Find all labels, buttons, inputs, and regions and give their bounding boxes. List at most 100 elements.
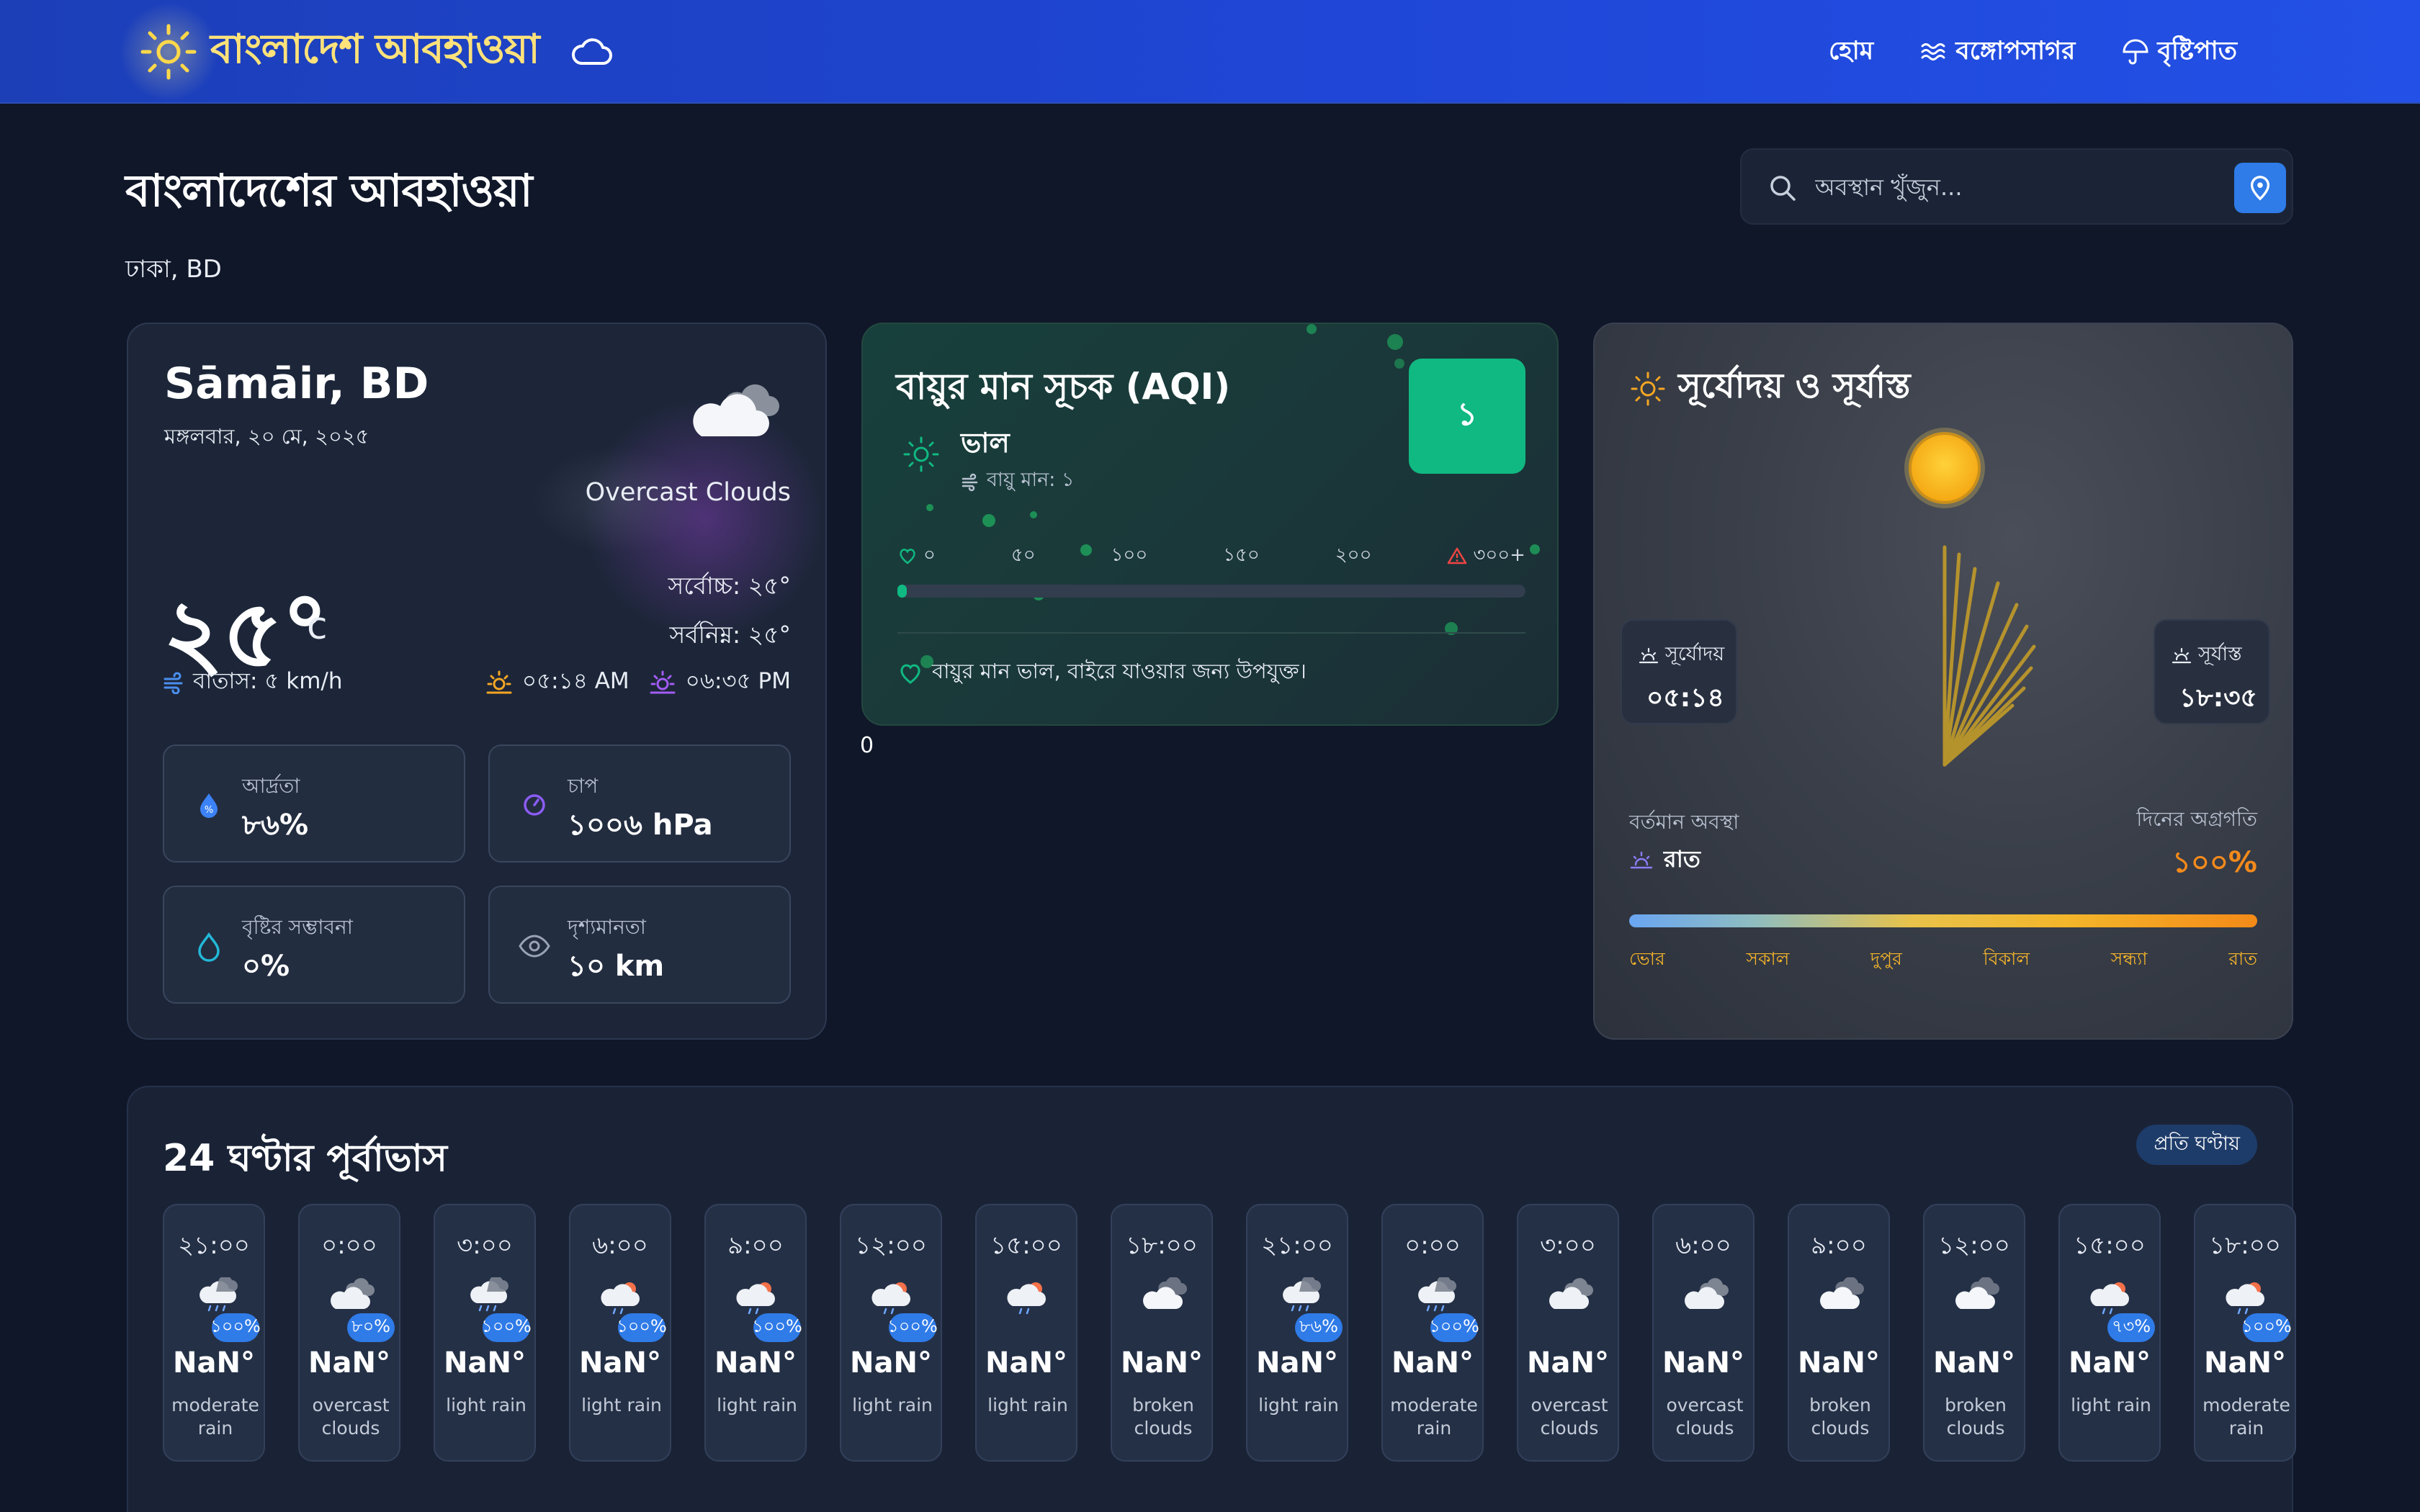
nav-bay-link[interactable]: বঙ্গোপসাগর (1919, 31, 2075, 73)
forecast-time: ৬:০০ (1675, 1231, 1731, 1260)
umbrella-icon (2123, 39, 2148, 65)
sunrise-label: সূর্যোদয় (1665, 643, 1725, 665)
day-phase-labels: ভোর সকাল দুপুর বিকাল সন্ধ্যা রাত (1629, 945, 2257, 976)
forecast-time: ২১:০০ (1261, 1231, 1333, 1260)
sunset-icon (2172, 647, 2192, 663)
hourly-forecast-item[interactable]: ২১:০০ ৮৬% NaN° light rain (1246, 1204, 1348, 1462)
hourly-forecast-card: 24 ঘণ্টার পূর্বাভাস প্রতি ঘণ্টায় ২১:০০ ১… (127, 1086, 2296, 1512)
forecast-description: overcast clouds (1666, 1395, 1744, 1439)
raindrop-icon (198, 932, 220, 962)
forecast-temperature: NaN° (985, 1346, 1067, 1380)
forecast-temperature: NaN° (1933, 1346, 2015, 1380)
forecast-temperature: NaN° (308, 1346, 390, 1380)
current-state: রাত (1629, 841, 1700, 880)
forecast-description: light rain (852, 1395, 933, 1416)
forecast-description: light rain (1258, 1395, 1339, 1416)
forecast-description: overcast clouds (1531, 1395, 1608, 1439)
rain-cloud-icon (1418, 1277, 1456, 1312)
hourly-forecast-item[interactable]: ৩:০০ NaN° overcast clouds (1517, 1204, 1619, 1462)
weather-condition: Overcast Clouds (585, 478, 791, 507)
forecast-temperature: NaN° (1798, 1346, 1880, 1380)
pressure-label: চাপ (568, 774, 599, 798)
hourly-forecast-item[interactable]: ৯:০০ NaN° broken clouds (1788, 1204, 1890, 1462)
hourly-forecast-item[interactable]: ০:০০ ৮০% NaN° overcast clouds (298, 1204, 400, 1462)
forecast-time: ৬:০০ (592, 1231, 648, 1260)
hourly-forecast-item[interactable]: ১৫:০০ ৭৩% NaN° light rain (2058, 1204, 2161, 1462)
sunrise-box: সূর্যোদয় ০৫:১৪ (1621, 619, 1737, 724)
forecast-temperature: NaN° (714, 1346, 797, 1380)
precipitation-badge: ৮০% (347, 1313, 395, 1342)
hourly-forecast-item[interactable]: ০:০০ ১০০% NaN° moderate rain (1381, 1204, 1484, 1462)
precipitation-badge: ১০০% (752, 1313, 802, 1342)
hourly-forecast-item[interactable]: ৬:০০ NaN° overcast clouds (1652, 1204, 1754, 1462)
forecast-temperature: NaN° (1121, 1346, 1203, 1380)
forecast-temperature: NaN° (2069, 1346, 2151, 1380)
waves-icon (1921, 43, 1945, 60)
precipitation-badge: ১০০% (481, 1313, 532, 1342)
pressure-stat: চাপ ১০০৬ hPa (488, 744, 791, 863)
hourly-forecast-item[interactable]: ৯:০০ ১০০% NaN° light rain (704, 1204, 807, 1462)
brand[interactable]: বাংলাদেশ আবহাওয়া (115, 0, 614, 105)
eye-icon (519, 935, 550, 958)
map-pin-icon (2250, 176, 2270, 201)
wind-speed: বাতাস: ৫ km/h (163, 664, 342, 701)
precipitation-badge: ১০০% (210, 1313, 261, 1342)
aqi-message-text: বায়ুর মান ভাল, বাইরে যাওয়ার জন্য উপযুক… (932, 659, 1307, 683)
svg-text:%: % (205, 805, 213, 816)
forecast-description: broken clouds (1809, 1395, 1871, 1439)
phase-label: ভোর (1629, 948, 1665, 969)
forecast-description: moderate rain (171, 1395, 259, 1439)
sun-rain-icon (736, 1282, 775, 1315)
humidity-icon: % (200, 793, 218, 818)
forecast-interval-badge[interactable]: প্রতি ঘণ্টায় (2136, 1125, 2257, 1165)
phase-label: সন্ধ্যা (2110, 948, 2148, 969)
current-state-label: বর্তমান অবস্থা (1629, 810, 1739, 834)
search-input[interactable] (1815, 166, 2218, 209)
forecast-time: ১৮:০০ (2209, 1231, 2281, 1260)
forecast-temperature: NaN° (1392, 1346, 1474, 1380)
precipitation-badge: ১০০% (617, 1313, 667, 1342)
forecast-time: ১৫:০০ (990, 1231, 1062, 1260)
overcast-cloud-icon (693, 384, 779, 436)
hourly-forecast-item[interactable]: ১২:০০ NaN° broken clouds (1923, 1204, 2025, 1462)
current-state-value: রাত (1664, 845, 1700, 873)
day-progress-value: ১০০% (2172, 846, 2257, 879)
locate-me-button[interactable] (2234, 163, 2286, 213)
hourly-forecast-item[interactable]: ৩:০০ ১০০% NaN° light rain (434, 1204, 536, 1462)
hourly-forecast-item[interactable]: ১৮:০০ NaN° broken clouds (1111, 1204, 1213, 1462)
forecast-temperature: NaN° (2204, 1346, 2286, 1380)
hourly-forecast-item[interactable]: ১৮:০০ ১০০% NaN° moderate rain (2194, 1204, 2296, 1462)
visibility-value: ১০ km (568, 950, 665, 983)
forecast-description: light rain (446, 1395, 526, 1416)
nav-home-link[interactable]: হোম (1829, 31, 1873, 73)
forecast-description: moderate rain (1390, 1395, 1478, 1439)
top-navbar: বাংলাদেশ আবহাওয়া হোম বঙ্গোপসাগর বৃষ্টিপ… (0, 0, 2420, 105)
rain-cloud-icon (200, 1277, 238, 1312)
hourly-forecast-item[interactable]: ৬:০০ ১০০% NaN° light rain (569, 1204, 671, 1462)
hourly-forecast-item[interactable]: ১২:০০ ১০০% NaN° light rain (840, 1204, 942, 1462)
sunrise-label-row: সূর্যোদয় (1638, 639, 1724, 672)
hourly-forecast-item[interactable]: ২১:০০ ১০০% NaN° moderate rain (163, 1204, 265, 1462)
min-temperature: সর্বনিম্ন: ২৫° (669, 621, 791, 649)
heart-icon (900, 664, 920, 684)
sunrise-time: ০৫:১৪ AM (521, 668, 629, 694)
nav-rainfall-link[interactable]: বৃষ্টিপাত (2121, 31, 2237, 73)
cloud-icon (1955, 1277, 1999, 1309)
aqi-scale-label: ১৫০ (1223, 544, 1260, 566)
phase-label: দুপুর (1870, 948, 1902, 969)
wind-icon (962, 473, 978, 491)
forecast-time: ৯:০০ (1811, 1231, 1867, 1260)
sunset-label: সূর্যাস্ত (2198, 643, 2242, 665)
sun-icon (903, 436, 939, 472)
hourly-forecast-item[interactable]: ১৫:০০ NaN° light rain (975, 1204, 1077, 1462)
search-box (1740, 148, 2293, 225)
rain-cloud-icon (470, 1277, 508, 1312)
cloud-icon (1820, 1277, 1864, 1309)
forecast-time: ৩:০০ (457, 1231, 513, 1260)
forecast-description: broken clouds (1132, 1395, 1194, 1439)
forecast-description: broken clouds (1945, 1395, 2007, 1439)
aqi-status: ভাল (961, 427, 1010, 459)
max-temperature: সর্বোচ্চ: ২৫° (668, 572, 791, 600)
heart-icon (900, 549, 915, 564)
forecast-time: ৯:০০ (727, 1231, 784, 1260)
